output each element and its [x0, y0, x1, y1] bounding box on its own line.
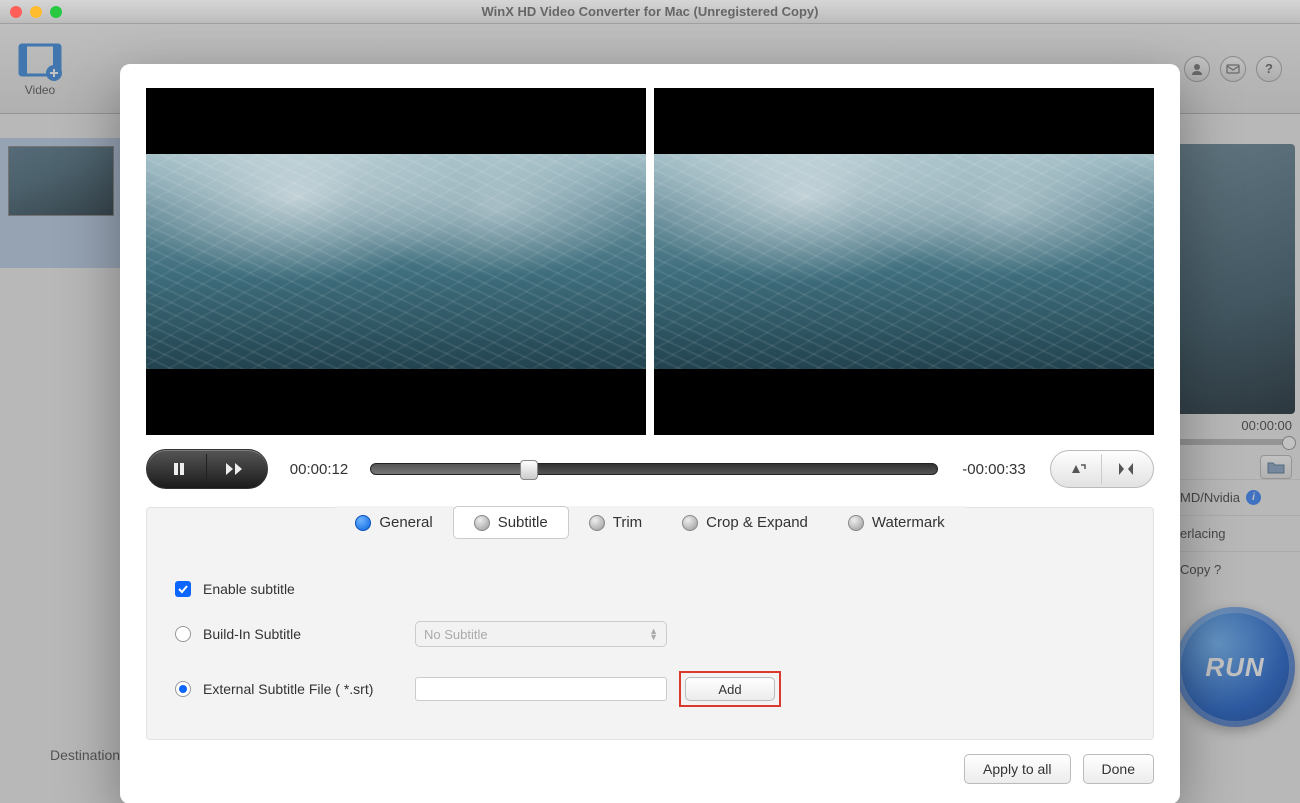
enable-subtitle-label: Enable subtitle [203, 581, 295, 597]
tab-crop-expand[interactable]: Crop & Expand [662, 506, 828, 539]
remaining-time: -00:00:33 [954, 461, 1034, 478]
builtin-subtitle-label: Build-In Subtitle [203, 626, 403, 642]
player-controls: 00:00:12 -00:00:33 [146, 449, 1154, 489]
preview-output [654, 88, 1154, 435]
preview-row [146, 88, 1154, 435]
chevron-updown-icon: ▲▼ [649, 628, 658, 640]
builtin-subtitle-radio[interactable] [175, 626, 191, 642]
edit-tabs: General Subtitle Trim Crop & Expand Wate… [175, 506, 1125, 539]
add-subtitle-button[interactable]: Add [685, 677, 775, 701]
enable-subtitle-checkbox[interactable] [175, 581, 191, 597]
fast-forward-button[interactable] [207, 454, 263, 484]
edit-tabs-panel: General Subtitle Trim Crop & Expand Wate… [146, 507, 1154, 740]
external-subtitle-radio[interactable] [175, 681, 191, 697]
apply-to-all-button[interactable]: Apply to all [964, 754, 1070, 784]
radio-icon [589, 515, 605, 531]
tab-subtitle[interactable]: Subtitle [453, 506, 569, 539]
preview-original [146, 88, 646, 435]
add-button-highlight: Add [679, 671, 781, 707]
builtin-subtitle-select[interactable]: No Subtitle ▲▼ [415, 621, 667, 647]
playback-pill [146, 449, 268, 489]
subtitle-form: Enable subtitle Build-In Subtitle No Sub… [175, 541, 1125, 719]
transform-pill [1050, 450, 1154, 488]
tab-watermark[interactable]: Watermark [828, 506, 965, 539]
current-time: 00:00:12 [284, 461, 354, 478]
tab-trim[interactable]: Trim [569, 506, 662, 539]
pause-button[interactable] [151, 454, 207, 484]
seek-bar[interactable] [370, 463, 938, 475]
edit-video-modal: 00:00:12 -00:00:33 General [120, 64, 1180, 803]
tab-general[interactable]: General [335, 506, 452, 539]
app-body: Video ? 00:00:00 MD/Nvidia i erlacing [0, 24, 1300, 803]
seek-progress [371, 464, 529, 474]
done-button[interactable]: Done [1083, 754, 1154, 784]
window-titlebar: WinX HD Video Converter for Mac (Unregis… [0, 0, 1300, 24]
flip-button[interactable] [1102, 454, 1150, 484]
window-title: WinX HD Video Converter for Mac (Unregis… [0, 4, 1300, 19]
external-subtitle-path-input[interactable] [415, 677, 667, 701]
radio-icon [355, 515, 371, 531]
radio-icon [848, 515, 864, 531]
external-subtitle-label: External Subtitle File ( *.srt) [203, 681, 403, 697]
modal-footer: Apply to all Done [146, 754, 1154, 784]
seek-knob[interactable] [520, 460, 538, 480]
rotate-button[interactable] [1054, 454, 1102, 484]
radio-icon [682, 515, 698, 531]
radio-icon [474, 515, 490, 531]
